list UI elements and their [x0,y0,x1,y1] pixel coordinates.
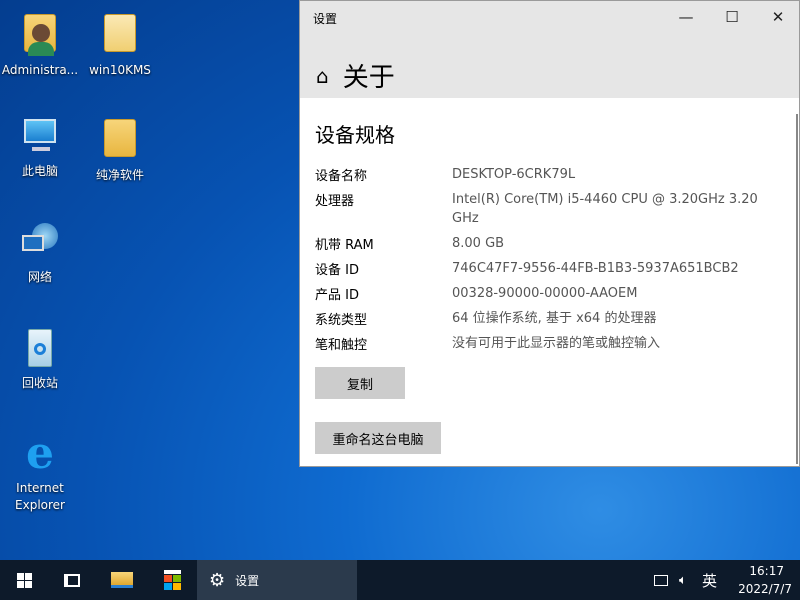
window-title: 设置 [313,10,337,27]
spec-label: 设备 ID [315,259,452,278]
desktop-icon-software[interactable]: 纯净软件 [80,115,160,184]
spec-label: 处理器 [315,190,452,228]
user-folder-icon [18,14,62,58]
spec-row-device-name: 设备名称DESKTOP-6CRK79L [315,165,772,184]
desktop-icon-label: win10KMS [80,62,160,79]
spec-row-device-id: 设备 ID746C47F7-9556-44FB-B1B3-5937A651BCB… [315,259,772,278]
desktop-icon-label: 此电脑 [0,163,80,180]
network-icon [18,221,62,265]
ie-icon: e [18,432,62,476]
settings-window: 设置 — ☐ ✕ ⌂ 关于 设备规格 设备名称DESKTOP-6CRK79L 处… [299,0,800,467]
close-icon: ✕ [772,8,785,26]
copy-button[interactable]: 复制 [315,367,405,399]
folder-icon [98,14,142,58]
spec-label: 系统类型 [315,309,452,328]
desktop-icon-network[interactable]: 网络 [0,221,80,286]
spec-label: 设备名称 [315,165,452,184]
spec-value: 64 位操作系统, 基于 x64 的处理器 [452,309,772,328]
desktop-icon-label: 网络 [0,269,80,286]
clock-date: 2022/7/7 [738,580,792,598]
spec-value: 746C47F7-9556-44FB-B1B3-5937A651BCB2 [452,259,772,278]
maximize-button[interactable]: ☐ [709,1,755,33]
spec-value: 没有可用于此显示器的笔或触控输入 [452,334,772,353]
clock[interactable]: 16:17 2022/7/7 [726,560,792,600]
spec-row-product-id: 产品 ID00328-90000-00000-AAOEM [315,284,772,303]
ime-indicator[interactable]: 英 [702,560,717,600]
spec-row-pen-touch: 笔和触控没有可用于此显示器的笔或触控输入 [315,334,772,353]
store-button[interactable] [148,560,196,600]
spec-value: 8.00 GB [452,234,772,253]
taskbar-settings-app[interactable]: ⚙ 设置 [197,560,357,600]
title-bar[interactable]: 设置 — ☐ ✕ ⌂ 关于 [300,1,799,98]
computer-icon [18,115,62,159]
home-icon[interactable]: ⌂ [316,64,329,88]
start-button[interactable] [0,560,48,600]
spec-value: DESKTOP-6CRK79L [452,165,772,184]
desktop-icon-label: Internet Explorer [0,480,80,514]
spec-value: Intel(R) Core(TM) i5-4460 CPU @ 3.20GHz … [452,190,762,228]
network-tray-icon[interactable] [654,560,668,600]
spec-label: 笔和触控 [315,334,452,353]
desktop-icon-internet-explorer[interactable]: e Internet Explorer [0,432,80,514]
volume-icon: 🔈︎ [679,573,687,588]
desktop-icon-label: Administra... [0,62,80,79]
minimize-button[interactable]: — [663,1,709,33]
taskbar: ⚙ 设置 🔈︎ 英 16:17 2022/7/7 [0,560,800,600]
desktop-icon-win10kms[interactable]: win10KMS [80,10,160,79]
spec-label: 产品 ID [315,284,452,303]
store-icon [164,570,181,590]
volume-tray-icon[interactable]: 🔈︎ [679,560,687,600]
spec-row-processor: 处理器Intel(R) Core(TM) i5-4460 CPU @ 3.20G… [315,190,762,228]
spec-row-system-type: 系统类型64 位操作系统, 基于 x64 的处理器 [315,309,772,328]
section-title: 设备规格 [315,119,395,148]
desktop-icon-recycle-bin[interactable]: 回收站 [0,327,80,392]
desktop-icon-administrator[interactable]: Administra... [0,10,80,79]
gear-icon: ⚙ [209,570,225,591]
recycle-bin-icon [18,327,62,371]
minimize-icon: — [679,8,694,26]
file-explorer-icon [111,572,133,588]
close-button[interactable]: ✕ [755,1,800,33]
desktop-icon-this-pc[interactable]: 此电脑 [0,115,80,180]
scrollbar[interactable] [796,114,798,464]
desktop-icon-label: 纯净软件 [80,167,160,184]
rename-pc-button[interactable]: 重命名这台电脑 [315,422,441,454]
taskbar-settings-label: 设置 [235,572,259,589]
file-explorer-button[interactable] [98,560,146,600]
maximize-icon: ☐ [725,8,738,26]
clock-time: 16:17 [749,562,792,580]
spec-value: 00328-90000-00000-AAOEM [452,284,772,303]
network-status-icon [654,575,668,586]
spec-label: 机带 RAM [315,234,452,253]
task-view-button[interactable] [48,560,96,600]
task-view-icon [64,574,80,587]
spec-row-ram: 机带 RAM8.00 GB [315,234,772,253]
folder-icon [98,119,142,163]
windows-logo-icon [17,573,32,588]
page-title: 关于 [343,57,395,94]
desktop-icon-label: 回收站 [0,375,80,392]
